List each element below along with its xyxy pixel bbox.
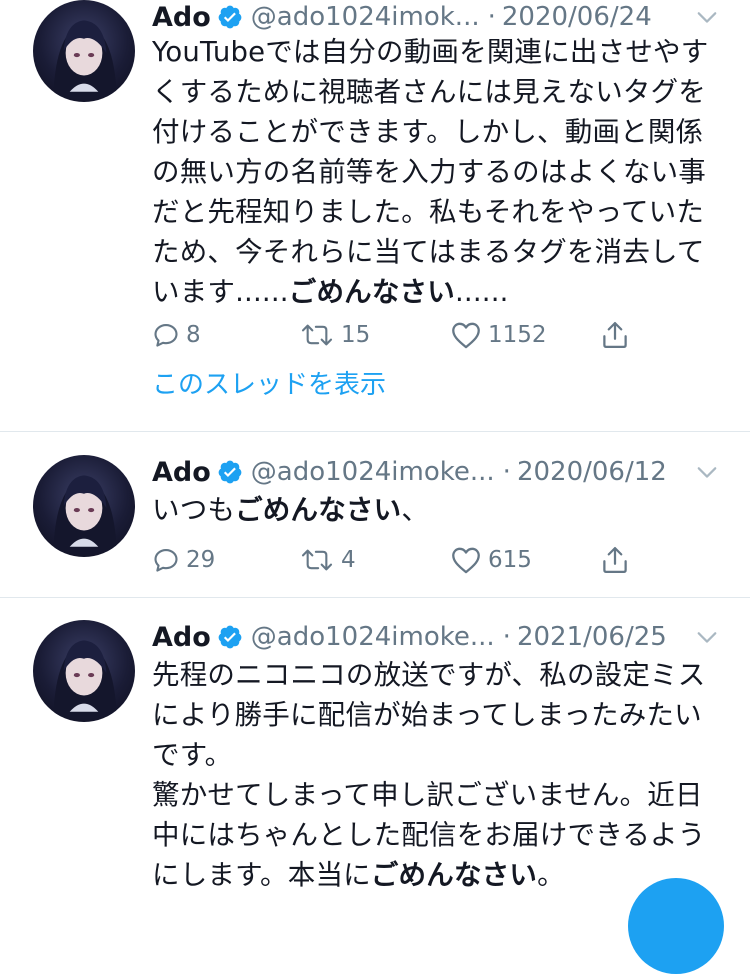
tweet-text-bold: ごめんなさい — [370, 859, 538, 891]
handle[interactable]: @ado1024imoke... — [251, 622, 495, 652]
share-button[interactable] — [600, 543, 630, 577]
avatar-image — [53, 640, 117, 717]
tweet-text-segment: 、 — [401, 494, 430, 526]
retweet-count: 4 — [341, 547, 356, 573]
display-name[interactable]: Ado — [152, 457, 211, 488]
like-button[interactable]: 615 — [450, 543, 532, 577]
tweet[interactable]: Ado @ado1024imoke... · 2021/06/25 先程のニコニ… — [0, 620, 750, 892]
divider — [0, 597, 750, 598]
display-name[interactable]: Ado — [152, 622, 211, 653]
reply-icon — [154, 549, 178, 572]
divider — [0, 431, 750, 432]
tweet[interactable]: Ado @ado1024imoke... · 2020/06/12 いつもごめん… — [0, 455, 750, 595]
verified-badge-icon — [218, 460, 242, 484]
retweet-icon — [301, 324, 333, 346]
retweet-icon — [301, 549, 333, 571]
handle[interactable]: @ado1024imoke... — [251, 457, 495, 487]
tweet-text-segment: 先程のニコニコの放送ですが、私の設定ミスにより勝手に配信が始まってしまったみたい… — [152, 659, 706, 771]
avatar-image — [53, 475, 117, 552]
tweet-text-segment: いつも — [152, 494, 236, 526]
share-button[interactable] — [600, 318, 630, 352]
chevron-down-icon[interactable] — [696, 6, 718, 28]
tweet-text-segment: YouTubeでは自分の動画を関連に出させやすくするために視聴者さんには見えない… — [152, 36, 709, 308]
retweet-count: 15 — [341, 322, 371, 348]
reply-count: 29 — [186, 547, 216, 573]
heart-icon — [452, 547, 480, 574]
share-icon — [603, 547, 627, 573]
tweet-actions: 29 4 615 — [152, 543, 642, 577]
tweet-text: YouTubeでは自分の動画を関連に出させやすくするために視聴者さんには見えない… — [152, 32, 717, 312]
reply-button[interactable]: 8 — [152, 318, 201, 352]
chevron-down-icon[interactable] — [696, 461, 718, 483]
tweet-text-bold: ごめんなさい — [235, 494, 402, 526]
reply-icon — [154, 324, 178, 347]
like-count: 1152 — [488, 322, 547, 348]
tweet[interactable]: Ado @ado1024imok... · 2020/06/24 YouTube… — [0, 0, 750, 430]
tweet-text-segment: ...... — [454, 276, 509, 308]
tweet-date[interactable]: 2021/06/25 — [517, 622, 667, 652]
separator-dot: · — [502, 622, 511, 652]
tweet-text: 先程のニコニコの放送ですが、私の設定ミスにより勝手に配信が始まってしまったみたい… — [152, 655, 717, 895]
tweet-actions: 8 15 1152 — [152, 318, 642, 352]
chevron-down-icon[interactable] — [696, 626, 718, 648]
retweet-button[interactable]: 15 — [299, 318, 370, 352]
tweet-header: Ado @ado1024imoke... · 2021/06/25 — [152, 620, 667, 654]
separator-dot: · — [487, 2, 496, 32]
share-icon — [603, 322, 627, 348]
tweet-text: いつもごめんなさい、 — [152, 490, 717, 530]
like-button[interactable]: 1152 — [450, 318, 547, 352]
verified-badge-icon — [218, 625, 242, 649]
reply-count: 8 — [186, 322, 201, 348]
retweet-button[interactable]: 4 — [299, 543, 356, 577]
avatar[interactable] — [33, 0, 135, 102]
display-name[interactable]: Ado — [152, 2, 211, 33]
like-count: 615 — [488, 547, 532, 573]
tweet-date[interactable]: 2020/06/24 — [502, 2, 652, 32]
heart-icon — [452, 322, 480, 349]
reply-button[interactable]: 29 — [152, 543, 215, 577]
verified-badge-icon — [218, 5, 242, 29]
tweet-text-bold: ごめんなさい — [288, 276, 455, 308]
tweet-header: Ado @ado1024imok... · 2020/06/24 — [152, 0, 652, 34]
handle[interactable]: @ado1024imok... — [251, 2, 480, 32]
tweet-text-segment: 。 — [537, 859, 565, 891]
avatar[interactable] — [33, 455, 135, 557]
separator-dot: · — [502, 457, 511, 487]
compose-fab[interactable] — [628, 878, 724, 974]
avatar[interactable] — [33, 620, 135, 722]
avatar-image — [53, 20, 117, 97]
show-thread-link[interactable]: このスレッドを表示 — [152, 364, 386, 401]
tweet-header: Ado @ado1024imoke... · 2020/06/12 — [152, 455, 667, 489]
tweet-date[interactable]: 2020/06/12 — [517, 457, 667, 487]
